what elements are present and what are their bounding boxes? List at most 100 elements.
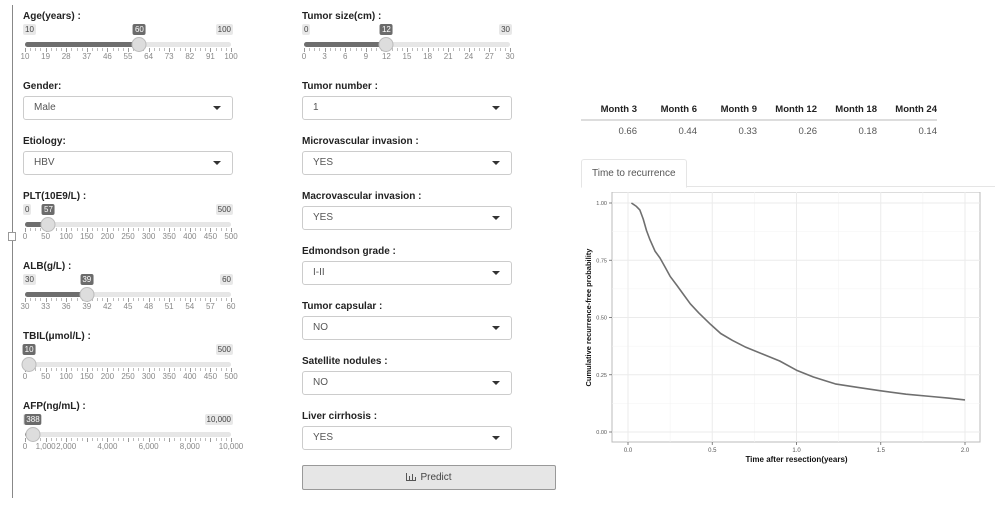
slider-tick [458, 48, 460, 51]
slider-handle[interactable] [21, 357, 37, 372]
age-slider[interactable]: 10 100 10 19 28 37 46 55 64 73 82 91 100 60 [21, 24, 238, 64]
results-value-cell: 0.18 [858, 126, 878, 137]
edmondson-grade-label: Edmondson grade : [302, 246, 396, 257]
slider-tick [61, 438, 63, 441]
alb-field: ALB(g/L) : 30 60 30 33 36 39 42 45 48 51 54 57 60 39 [21, 260, 236, 311]
slider-tick [55, 228, 57, 231]
slider-tick [133, 298, 135, 301]
caret-down-icon [492, 106, 500, 110]
caret-down-icon [492, 381, 500, 385]
results-value-cell: 0.33 [738, 126, 758, 137]
slider-tick [200, 298, 202, 301]
tumor-size-slider[interactable]: 0 30 0 3 6 9 12 15 18 21 24 27 30 12 [302, 24, 515, 64]
slider-tick-label: 200 [100, 232, 115, 241]
slider-tick-label: 250 [121, 232, 135, 241]
tumor-capsular-value: NO [313, 322, 328, 333]
plt-label: PLT(10E9/L) : [23, 191, 87, 202]
satellite-nodules-select[interactable]: NO [302, 371, 512, 395]
slider-tick [91, 368, 93, 371]
slider-tick-label: 2,000 [56, 442, 77, 451]
tbil-slider[interactable]: 050005010015020025030035040045050010 [21, 344, 238, 384]
slider-tick [184, 48, 186, 51]
slider-tick [122, 438, 124, 441]
results-header-cell: Month 3 [581, 104, 637, 121]
slider-tick [97, 438, 99, 441]
slider-value-badge: 60 [132, 24, 146, 35]
slider-tick [76, 298, 78, 301]
slider-tick [179, 298, 181, 301]
slider-tick [179, 228, 181, 231]
slider-tick [463, 48, 465, 51]
slider-tick [319, 48, 321, 51]
y-tick-label: 0.00 [596, 430, 607, 436]
afp-slider[interactable]: 010,00001,0002,0004,0006,0008,00010,0003… [23, 414, 243, 454]
slider-value-badge: 57 [42, 204, 55, 215]
tumor-number-select[interactable]: 1 [302, 96, 512, 120]
alb-slider[interactable]: 30 60 30 33 36 39 42 45 48 51 54 57 60 39 [21, 274, 235, 314]
slider-tick [200, 228, 202, 231]
slider-tick [40, 438, 42, 441]
tumor-number-field: Tumor number : 1 [302, 80, 556, 120]
slider-handle[interactable] [40, 217, 56, 232]
age-label: Age(years) : [23, 11, 81, 22]
age-field: Age(years) : 10 100 10 19 28 37 46 55 64 73 82 91 10… [21, 10, 238, 61]
slider-tick [50, 368, 52, 371]
slider-tick-label: 55 [123, 52, 133, 61]
slider-tick [133, 228, 135, 231]
slider-tick [102, 298, 104, 301]
gender-label: Gender: [23, 81, 62, 92]
survival-chart-svg: 0.0 0.5 1.0 1.5 2.0 0.00 0.25 0.50 0.75 1.00 Time … [584, 192, 981, 464]
slider-handle[interactable] [378, 37, 394, 52]
tbil-label: TBIL(μmol/L) : [23, 331, 91, 342]
slider-tick [81, 228, 83, 231]
slider-tick [179, 438, 181, 441]
slider-tick [102, 48, 104, 51]
slider-min-label: 30 [23, 274, 36, 285]
resize-handle[interactable] [8, 232, 16, 241]
edmondson-grade-value: I-II [313, 267, 325, 278]
slider-tick-label: 18 [423, 52, 433, 61]
macrovascular-invasion-select[interactable]: YES [302, 206, 512, 230]
slider-handle[interactable] [131, 37, 147, 52]
slider-tick [194, 438, 196, 441]
slider-tick [220, 298, 222, 301]
tumor-capsular-select[interactable]: NO [302, 316, 512, 340]
edmondson-grade-select[interactable]: I-II [302, 261, 512, 285]
slider-max-label: 500 [215, 344, 233, 355]
slider-tick-label: 8,000 [179, 442, 200, 451]
results-value-cell: 0.14 [918, 126, 938, 137]
slider-track[interactable] [25, 432, 231, 437]
slider-tick [97, 228, 99, 231]
slider-tick [61, 228, 63, 231]
slider-tick [71, 48, 73, 51]
slider-tick [334, 48, 336, 51]
slider-tick-label: 12 [381, 52, 391, 61]
plt-slider[interactable]: 0 500 0 50 100 150 200 250 300 350 400 450 500 57 [23, 204, 238, 244]
liver-cirrhosis-select[interactable]: YES [302, 426, 512, 450]
slider-tick-label: 200 [100, 372, 115, 381]
etiology-select[interactable]: HBV [23, 151, 233, 175]
slider-handle[interactable] [25, 427, 41, 442]
predict-button[interactable]: Predict [302, 465, 556, 490]
slider-tick-label: 100 [224, 52, 238, 61]
afp-field: AFP(ng/mL) : 010,00001,0002,0004,0006,00… [23, 400, 243, 451]
slider-tick [396, 48, 398, 51]
slider-tick-label: 30 [505, 52, 515, 61]
slider-tick-label: 6 [342, 52, 348, 61]
slider-track[interactable] [25, 362, 231, 367]
slider-tick [225, 228, 227, 231]
slider-tick [117, 368, 119, 371]
y-tick-label: 0.25 [596, 373, 607, 379]
slider-tick-label: 50 [41, 232, 51, 241]
slider-tick [81, 368, 83, 371]
slider-fill [304, 42, 387, 47]
slider-tick [194, 48, 196, 51]
gender-select[interactable]: Male [23, 96, 233, 120]
slider-tick [164, 298, 166, 301]
slider-tick-labels: 0 1,000 2,000 4,000 6,000 8,000 10,000 [23, 442, 243, 452]
tab-time-to-recurrence[interactable]: Time to recurrence [581, 159, 687, 188]
microvascular-invasion-select[interactable]: YES [302, 151, 512, 175]
slider-tick-label: 36 [61, 302, 71, 311]
slider-tick-label: 54 [185, 302, 195, 311]
slider-handle[interactable] [79, 287, 95, 302]
